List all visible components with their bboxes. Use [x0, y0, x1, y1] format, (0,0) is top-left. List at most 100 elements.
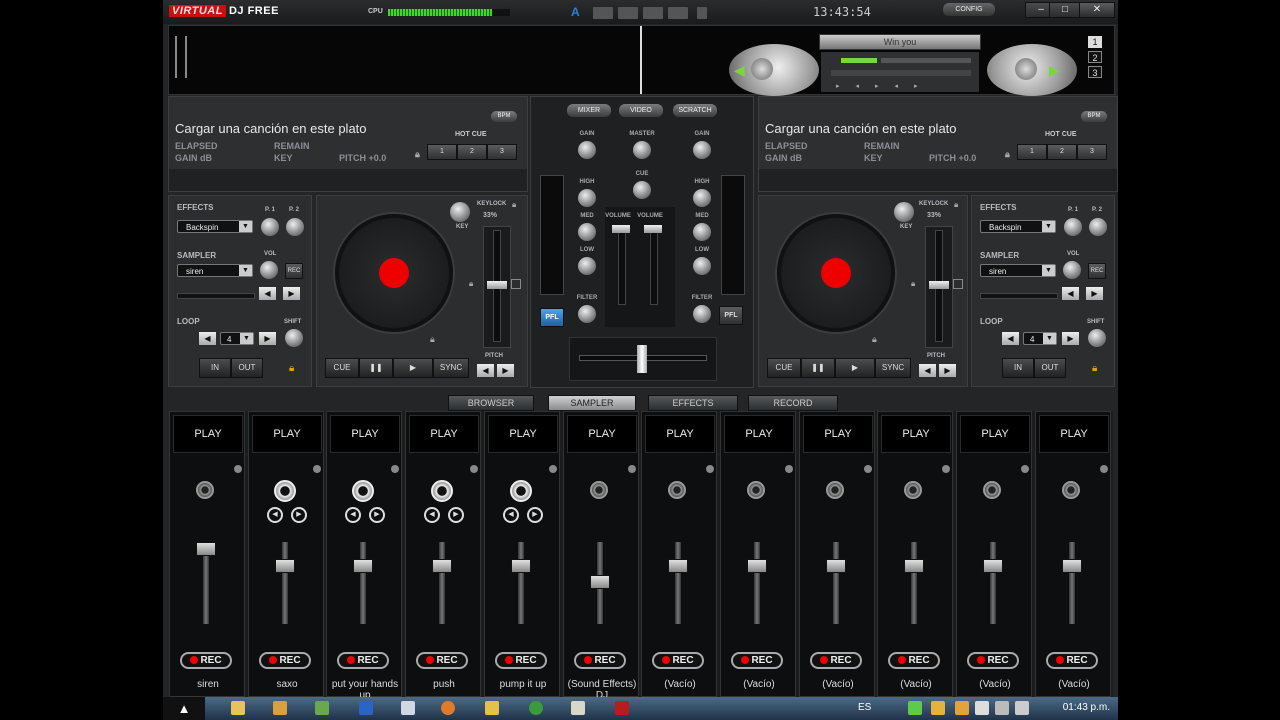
word-icon[interactable]	[359, 701, 373, 715]
network-icon[interactable]	[315, 701, 329, 715]
deck-right-play-button[interactable]: ▶	[835, 358, 875, 378]
sampler-volume-knob[interactable]	[590, 481, 608, 499]
tray-icon-4[interactable]	[975, 701, 989, 715]
deck-left-sampler-rec-button[interactable]: REC	[285, 263, 303, 279]
deck-left-bpm-button[interactable]: BPM	[491, 111, 517, 122]
language-indicator[interactable]: ES	[858, 702, 871, 713]
browser-icon[interactable]	[441, 701, 455, 715]
deck-left-key-knob[interactable]	[450, 202, 470, 222]
sampler-fader-handle[interactable]	[983, 559, 1003, 573]
start-button[interactable]: ▲	[163, 697, 205, 720]
deck-left-pitch-lock-icon[interactable]: 🔒︎	[469, 279, 473, 289]
sampler-play-button[interactable]: PLAY	[567, 415, 637, 453]
deck-right-jog-lock-icon[interactable]: 🔒︎	[872, 334, 877, 345]
deck-left-mini-waveform[interactable]	[169, 169, 527, 191]
mode-indicator[interactable]: A	[571, 5, 580, 19]
deck-right-p2-knob[interactable]	[1089, 218, 1107, 236]
left-orb-knob[interactable]	[751, 58, 773, 80]
deck-left-sampler-prev[interactable]: ◀	[259, 287, 276, 300]
deck-right-loop-double[interactable]: ▶	[1062, 332, 1079, 345]
sampler-play-button[interactable]: PLAY	[330, 415, 400, 453]
sampler-volume-knob[interactable]	[983, 481, 1001, 499]
deck-left-pitch-up[interactable]: ▶	[497, 364, 514, 377]
deck-right-loop-select[interactable]: 4 ▼	[1023, 332, 1057, 345]
mixer-right-med-knob[interactable]	[693, 223, 711, 241]
view-button-3[interactable]	[643, 7, 663, 19]
sampler-prev-icon[interactable]: ◀	[503, 507, 519, 523]
deck-right-loop-lock-icon[interactable]: 🔒︎	[1092, 363, 1097, 374]
deck-right-sampler-select[interactable]: siren ▼	[980, 264, 1056, 277]
mixer-right-filter-knob[interactable]	[693, 305, 711, 323]
sampler-volume-knob[interactable]	[747, 481, 765, 499]
deck-left-sampler-next[interactable]: ▶	[283, 287, 300, 300]
sampler-rec-button[interactable]: REC	[810, 652, 862, 669]
sampler-play-button[interactable]: PLAY	[252, 415, 322, 453]
mixer-left-low-knob[interactable]	[578, 257, 596, 275]
view-button-1[interactable]	[593, 7, 613, 19]
sampler-fader-handle[interactable]	[511, 559, 531, 573]
deck-left-sync-button[interactable]: SYNC	[433, 358, 469, 378]
sampler-fader-track[interactable]	[990, 542, 996, 624]
waveform-display[interactable]: ◀ ▶ Win you ▸◂▸◂▸ 1 2 3	[168, 25, 1115, 96]
sampler-play-button[interactable]: PLAY	[881, 415, 951, 453]
view-button-4[interactable]	[668, 7, 688, 19]
sampler-fader-track[interactable]	[1069, 542, 1075, 624]
sampler-settings-icon[interactable]	[470, 465, 478, 473]
deck-right-pitch-reset[interactable]	[953, 279, 963, 289]
deck-left-sampler-vol-knob[interactable]	[260, 261, 278, 279]
deck-left-loop-double[interactable]: ▶	[259, 332, 276, 345]
close-button[interactable]: ✕	[1079, 2, 1115, 18]
sampler-play-button[interactable]: PLAY	[1039, 415, 1109, 453]
mixer-tab-scratch[interactable]: SCRATCH	[673, 104, 717, 117]
sampler-fader-track[interactable]	[360, 542, 366, 624]
tray-icon-5[interactable]	[995, 701, 1009, 715]
skin-transport-bar[interactable]	[831, 70, 971, 76]
sampler-fader-handle[interactable]	[668, 559, 688, 573]
mixer-tab-video[interactable]: VIDEO	[619, 104, 663, 117]
layout-button-2[interactable]: 2	[1088, 51, 1102, 63]
virtualdj-task-icon[interactable]	[615, 701, 629, 715]
sampler-rec-button[interactable]: REC	[967, 652, 1019, 669]
deck-right-pitch-lock-icon[interactable]: 🔒︎	[911, 279, 915, 289]
deck-left-loop-in[interactable]: IN	[199, 358, 231, 378]
mixer-right-low-knob[interactable]	[693, 257, 711, 275]
deck-right-mini-waveform[interactable]	[759, 169, 1117, 191]
sampler-fader-handle[interactable]	[590, 575, 610, 589]
mixer-left-volume-track[interactable]	[618, 225, 626, 305]
mixer-right-high-knob[interactable]	[693, 189, 711, 207]
skin-transport-icons[interactable]: ▸◂▸◂▸	[836, 82, 934, 90]
sampler-fader-track[interactable]	[833, 542, 839, 624]
folder-icon[interactable]	[231, 701, 245, 715]
deck-right-sampler-next[interactable]: ▶	[1086, 287, 1103, 300]
deck-left-play-button[interactable]: ▶	[393, 358, 433, 378]
sampler-volume-knob[interactable]	[274, 480, 296, 502]
sampler-play-button[interactable]: PLAY	[409, 415, 479, 453]
sampler-settings-icon[interactable]	[1100, 465, 1108, 473]
sampler-rec-button[interactable]: REC	[416, 652, 468, 669]
deck-right-loop-half[interactable]: ◀	[1002, 332, 1019, 345]
crossfader-handle[interactable]	[637, 345, 647, 373]
deck-left-keylock-lock-icon[interactable]: 🔒︎	[512, 200, 516, 210]
deck-right-effect-select[interactable]: Backspin ▼	[980, 220, 1056, 233]
sampler-volume-knob[interactable]	[352, 480, 374, 502]
tray-icon-1[interactable]	[908, 701, 922, 715]
deck-right-sampler-rec-button[interactable]: REC	[1088, 263, 1106, 279]
deck-right-pitch-down[interactable]: ◀	[919, 364, 936, 377]
sampler-rec-button[interactable]: REC	[180, 652, 232, 669]
deck-right-pause-button[interactable]: ❚❚	[801, 358, 835, 378]
sampler-play-button[interactable]: PLAY	[960, 415, 1030, 453]
tab-browser[interactable]: BROWSER	[448, 395, 534, 411]
sampler-fader-handle[interactable]	[196, 542, 216, 556]
maximize-button[interactable]: □	[1049, 2, 1081, 18]
sampler-next-icon[interactable]: ▶	[369, 507, 385, 523]
sampler-fader-handle[interactable]	[275, 559, 295, 573]
sampler-next-icon[interactable]: ▶	[448, 507, 464, 523]
deck-right-shift-knob[interactable]	[1088, 329, 1106, 347]
sampler-rec-button[interactable]: REC	[574, 652, 626, 669]
layout-button-3[interactable]: 3	[1088, 66, 1102, 78]
sampler-rec-button[interactable]: REC	[259, 652, 311, 669]
deck-left-loop-out[interactable]: OUT	[231, 358, 263, 378]
sampler-volume-knob[interactable]	[196, 481, 214, 499]
sampler-prev-icon[interactable]: ◀	[424, 507, 440, 523]
sampler-settings-icon[interactable]	[234, 465, 242, 473]
